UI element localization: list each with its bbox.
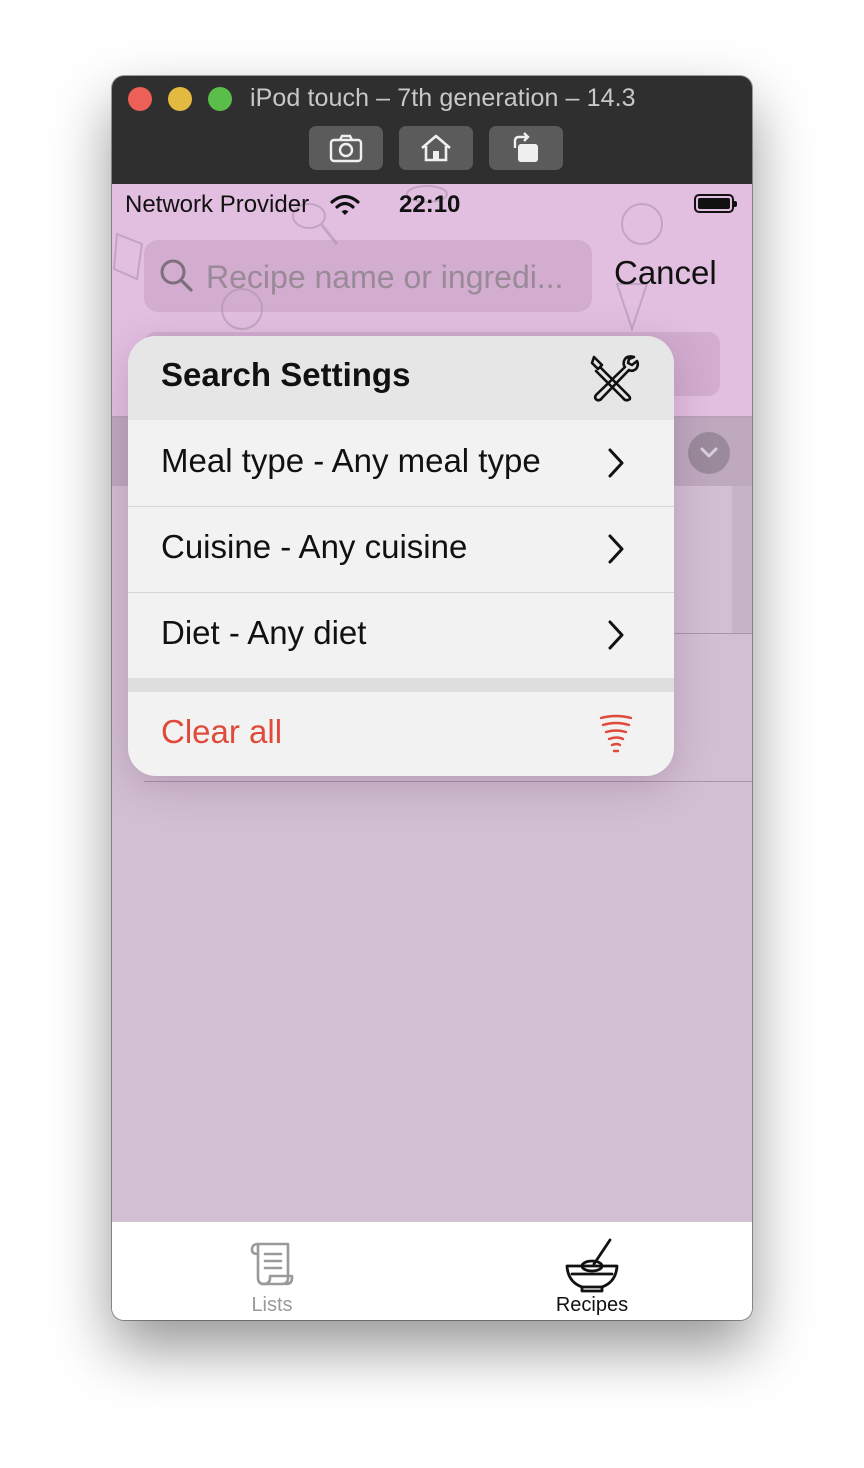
tab-lists-label: Lists <box>251 1294 293 1316</box>
search-settings-menu: Search Settings Meal type - Any meal typ… <box>128 336 674 776</box>
window-title: iPod touch – 7th generation – 14.3 <box>250 84 636 112</box>
minimize-window-button[interactable] <box>168 87 192 111</box>
tab-bar: Lists Recipes <box>112 1221 752 1320</box>
chevron-down-icon <box>700 447 718 458</box>
rotate-button[interactable] <box>489 126 563 170</box>
clear-all-label: Clear all <box>161 713 283 750</box>
menu-group-separator <box>128 678 674 692</box>
clock: 22:10 <box>399 191 461 218</box>
chevron-right-icon <box>608 534 624 564</box>
meal-type-menu-item[interactable]: Meal type - Any meal type <box>128 420 674 506</box>
cuisine-menu-item[interactable]: Cuisine - Any cuisine <box>128 506 674 592</box>
screenshot-button[interactable] <box>309 126 383 170</box>
cuisine-label: Cuisine - Any cuisine <box>161 528 468 565</box>
mixing-bowl-icon <box>565 1238 619 1293</box>
search-input[interactable] <box>204 254 588 300</box>
clear-all-button[interactable]: Clear all <box>128 692 674 776</box>
zoom-window-button[interactable] <box>208 87 232 111</box>
cancel-button[interactable]: Cancel <box>614 254 717 292</box>
tab-lists[interactable]: Lists <box>112 1222 432 1320</box>
diet-menu-item[interactable]: Diet - Any diet <box>128 592 674 678</box>
battery-icon <box>694 194 737 213</box>
tools-icon <box>590 355 640 402</box>
close-window-button[interactable] <box>128 87 152 111</box>
home-button[interactable] <box>399 126 473 170</box>
search-icon <box>160 259 193 292</box>
diet-label: Diet - Any diet <box>161 614 367 651</box>
camera-icon <box>329 134 363 163</box>
scroll-icon <box>250 1242 294 1286</box>
search-settings-header: Search Settings <box>128 336 674 420</box>
tornado-icon <box>599 714 633 753</box>
search-field[interactable] <box>144 240 592 312</box>
rotate-icon <box>513 132 538 162</box>
meal-type-label: Meal type - Any meal type <box>161 442 541 479</box>
wifi-icon <box>330 194 360 215</box>
tab-recipes-label: Recipes <box>555 1294 629 1316</box>
carrier-label: Network Provider <box>125 191 310 218</box>
home-icon <box>421 134 451 162</box>
window-titlebar: iPod touch – 7th generation – 14.3 <box>112 76 752 184</box>
tab-recipes[interactable]: Recipes <box>432 1222 752 1320</box>
list-item[interactable] <box>732 486 752 634</box>
chevron-right-icon <box>608 448 624 478</box>
search-settings-title: Search Settings <box>161 356 411 393</box>
expand-section-button[interactable] <box>688 432 730 474</box>
device-screen: Network Provider 22:10 Cancel <box>112 184 752 1320</box>
simulator-window: iPod touch – 7th generation – 14.3 Netwo… <box>112 76 752 1320</box>
status-bar: Network Provider 22:10 <box>112 184 752 228</box>
chevron-right-icon <box>608 620 624 650</box>
row-divider <box>144 781 752 782</box>
